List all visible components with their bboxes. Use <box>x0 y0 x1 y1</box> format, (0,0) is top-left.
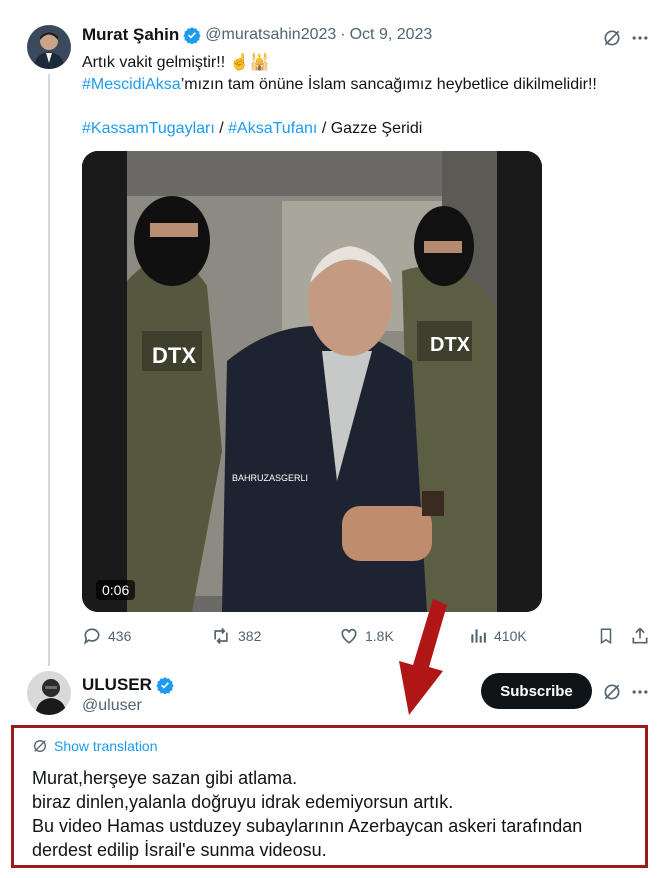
vest-label-right: DTX <box>430 334 471 356</box>
header-separator: · <box>340 26 346 43</box>
annotation-arrow-icon <box>399 599 447 715</box>
repost-count: 382 <box>238 628 262 644</box>
thread-connector-line <box>48 74 50 666</box>
vest-label-left: DTX <box>152 343 196 368</box>
repost-icon <box>214 627 228 645</box>
views-action[interactable]: 410K <box>468 626 527 646</box>
reply-line-1: Murat,herşeye sazan gibi atlama. <box>32 768 298 788</box>
reply-line-2: biraz dinlen,yalanla doğruyu idrak edemi… <box>32 792 454 812</box>
show-translation-link[interactable]: Show translation <box>32 738 158 754</box>
bookmark-icon[interactable] <box>596 626 616 646</box>
tweet-text-line-1: Artık vakit gelmiştir!! ☝🕌 <box>82 52 269 73</box>
hashtag-kassamtugaylari[interactable]: #KassamTugayları <box>82 120 215 137</box>
reply-author-handle[interactable]: @uluser <box>82 697 142 715</box>
tweet-text-1: Artık vakit gelmiştir!! <box>82 54 226 71</box>
reply-icon <box>84 628 100 645</box>
views-icon <box>471 629 486 643</box>
hashtag-separator-2: / <box>317 120 331 137</box>
tweet-header: Murat Şahin @muratsahin2023 · Oct 9, 202… <box>82 25 432 45</box>
tweet-text-2: ’mızın tam önüne İslam sancağımız heybet… <box>180 76 597 93</box>
translate-icon <box>34 740 46 752</box>
repost-action[interactable]: 382 <box>210 626 261 646</box>
reply-line-3: Bu video Hamas ustduzey subaylarının Aze… <box>32 816 583 836</box>
video-frame: DTX DTX BAHRUZASGERLI <box>82 151 542 612</box>
verified-badge-icon[interactable] <box>183 26 201 44</box>
author-handle[interactable]: @muratsahin2023 <box>205 26 336 44</box>
hashtag-separator-1: / <box>214 120 229 137</box>
views-count: 410K <box>494 628 527 644</box>
reply-text: Murat,herşeye sazan gibi atlama. biraz d… <box>32 766 582 862</box>
more-options-icon[interactable] <box>628 26 652 50</box>
subscribe-button[interactable]: Subscribe <box>481 673 592 709</box>
reply-author-avatar[interactable] <box>27 671 71 715</box>
reply-author-name[interactable]: ULUSER <box>82 675 152 695</box>
reply-avatar-image <box>27 671 71 715</box>
video-duration: 0:06 <box>96 580 136 600</box>
share-icon[interactable] <box>630 626 650 646</box>
author-avatar[interactable] <box>27 25 71 69</box>
tweet-emoji: ☝🕌 <box>229 54 270 71</box>
highlighted-reply-box: Show translation Murat,herşeye sazan gib… <box>11 725 648 868</box>
heart-icon <box>341 628 357 644</box>
reply-verified-badge-icon[interactable] <box>156 676 174 694</box>
author-name[interactable]: Murat Şahin <box>82 25 179 45</box>
tweet-text-line-2: #MescidiAksa’mızın tam önüne İslam sanca… <box>82 74 597 95</box>
reply-action[interactable]: 436 <box>82 626 131 646</box>
reply-grok-icon[interactable] <box>600 680 624 704</box>
hashtag-mescidiaksa[interactable]: #MescidiAksa <box>82 76 181 93</box>
tweet-text-line-3: #KassamTugayları / #AksaTufanı / Gazze Ş… <box>82 118 422 139</box>
video-watermark: BAHRUZASGERLI <box>232 473 308 483</box>
tweet-date[interactable]: Oct 9, 2023 <box>350 26 433 44</box>
reply-more-options-icon[interactable] <box>628 680 652 704</box>
grok-icon[interactable] <box>600 26 624 50</box>
reply-header: ULUSER <box>82 675 174 695</box>
reply-line-4: derdest edilip İsrail'e sunma videosu. <box>32 840 327 860</box>
avatar-image <box>27 25 71 69</box>
video-player[interactable]: DTX DTX BAHRUZASGERLI 0:06 <box>82 151 542 612</box>
reply-count: 436 <box>108 628 132 644</box>
location-text: Gazze Şeridi <box>330 120 423 137</box>
show-translation-label: Show translation <box>54 738 158 754</box>
hashtag-aksatufani[interactable]: #AksaTufanı <box>228 120 317 137</box>
